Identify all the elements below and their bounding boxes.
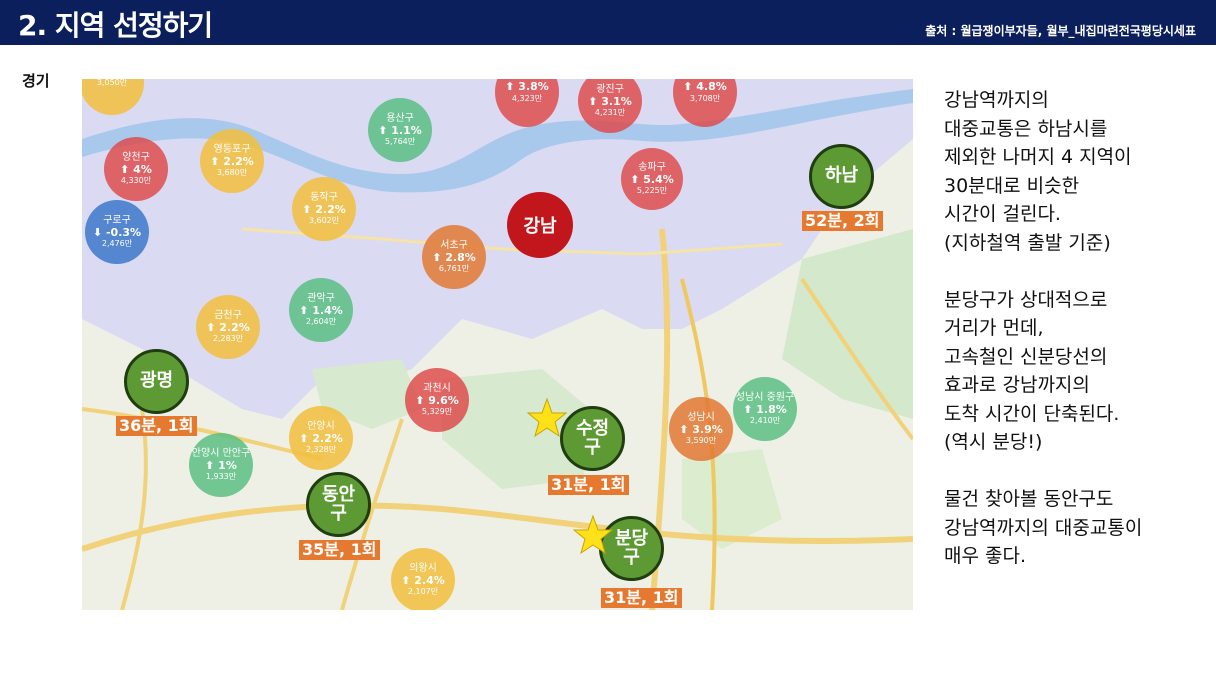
bubble-rate: ⬆ 2.4%: [401, 573, 445, 587]
district-bubble: 과천시 ⬆ 9.6% 5,329만: [405, 368, 469, 432]
bubble-rate: ⬆ 9.6%: [415, 393, 459, 407]
region-label: 경기: [22, 72, 50, 90]
bubble-rate: ⬆ 1.4%: [299, 303, 343, 317]
bubble-price: 1,933만: [205, 472, 237, 482]
commute-tag-bundang: 31분, 1회: [601, 588, 682, 608]
note-line: 물건 찾아볼 동안구도: [944, 488, 1114, 510]
note-line: 강남역까지의 대중교통이: [944, 516, 1143, 539]
district-bubble: 송파구 ⬆ 5.4% 5,225만: [621, 148, 683, 210]
bubble-rate: ⬆ 3.1%: [588, 94, 632, 108]
note-line: 거리가 먼데,: [944, 317, 1044, 339]
note-line: 매우 좋다.: [944, 545, 1026, 567]
district-bubble: 영등포구 ⬆ 2.2% 3,680만: [200, 129, 264, 193]
bubble-rate: ⬆ 4%: [120, 162, 152, 176]
district-bubble: 성남시 ⬆ 3.9% 3,590만: [669, 397, 733, 461]
bubble-rate: ⬆ 3.8%: [505, 80, 549, 94]
bubble-rate: ⬆ 2.2%: [299, 431, 343, 445]
star-icon: [526, 397, 568, 438]
bubble-price: 2,328만: [305, 445, 337, 455]
note-line: 도착 시간이 단축된다.: [944, 402, 1120, 425]
district-bubble: 동작구 ⬆ 2.2% 3,602만: [292, 177, 356, 241]
target-hanam: 하남: [809, 144, 874, 209]
district-bubble: 용산구 ⬆ 1.1% 5,764만: [368, 98, 432, 162]
explanation-notes: 강남역까지의 대중교통은 하남시를 제외한 나머지 4 지역이 30분대로 비슷…: [944, 86, 1204, 571]
bubble-price: 3,590만: [685, 436, 717, 446]
bubble-price: 6,761만: [438, 264, 470, 274]
bubble-price: 4,323만: [511, 93, 543, 103]
bubble-price: 3,050만: [96, 79, 128, 88]
note-line: (지하철역 출발 기준): [944, 231, 1111, 254]
bubble-price: 2,107만: [407, 587, 439, 597]
bubble-price: 3,680만: [216, 168, 248, 178]
note-line: 효과로 강남까지의: [944, 374, 1090, 396]
target-sujeong: 수정 구: [560, 406, 625, 471]
bubble-rate: ⬆ 2.8%: [432, 250, 476, 264]
note-line: 시간이 걸린다.: [944, 203, 1061, 225]
district-bubble: 의왕시 ⬆ 2.4% 2,107만: [391, 548, 455, 610]
bubble-rate: ⬆ 2.2%: [302, 202, 346, 216]
district-bubble: 서초구 ⬆ 2.8% 6,761만: [422, 225, 486, 289]
bubble-price: 3,602만: [308, 216, 340, 226]
target-dongan: 동안 구: [306, 472, 371, 537]
note-line: 제외한 나머지 4 지역이: [944, 146, 1132, 168]
commute-tag-gwangmyeong: 36분, 1회: [116, 416, 197, 436]
district-bubble: 관악구 ⬆ 1.4% 2,604만: [289, 278, 353, 342]
bubble-price: 5,764만: [384, 137, 416, 147]
bubble-price: 5,329만: [421, 407, 453, 417]
bubble-rate: ⬆ 2.2%: [206, 320, 250, 334]
commute-tag-hanam: 52분, 2회: [802, 211, 883, 231]
note-line: 30분대로 비슷한: [944, 174, 1080, 197]
bubble-rate: ⬆ 3.9%: [679, 422, 723, 436]
note-line: 대중교통은 하남시를: [944, 117, 1108, 140]
bubble-price: 3,708만: [689, 93, 721, 103]
gangnam-destination-marker: 강남: [507, 192, 573, 258]
star-icon: [572, 514, 614, 555]
bubble-rate: ⬇ -0.3%: [92, 225, 142, 239]
bubble-price: 4,330만: [120, 176, 152, 186]
map-panel: 3,050만 양천구 ⬆ 4% 4,330만 영등포구 ⬆ 2.2% 3,680…: [82, 79, 913, 610]
district-bubble: 성남시 중원구 ⬆ 1.8% 2,410만: [733, 377, 797, 441]
note-line: 고속철인 신분당선의: [944, 345, 1108, 368]
district-bubble: 안양시 만안구 ⬆ 1% 1,933만: [189, 433, 253, 497]
bubble-rate: ⬆ 1.1%: [378, 123, 422, 137]
bubble-rate: ⬆ 4.8%: [683, 80, 727, 94]
note-line: (역시 분당!): [944, 431, 1043, 453]
bubble-rate: ⬆ 1%: [205, 458, 237, 472]
district-bubble: 금천구 ⬆ 2.2% 2,283만: [196, 295, 260, 359]
target-gwangmyeong: 광명: [124, 349, 189, 414]
bubble-rate: ⬆ 2.2%: [210, 154, 254, 168]
district-bubble: 안양시 ⬆ 2.2% 2,328만: [289, 406, 353, 470]
district-bubble: 양천구 ⬆ 4% 4,330만: [104, 137, 168, 201]
bubble-price: 4,231만: [594, 108, 626, 118]
page-title: 2. 지역 선정하기: [18, 9, 213, 42]
bubble-price: 2,604만: [305, 317, 337, 327]
bubble-rate: ⬆ 5.4%: [630, 172, 674, 186]
note-line: 강남역까지의: [944, 89, 1049, 111]
header-bar: 2. 지역 선정하기 출처 : 월급쟁이부자들, 월부_내집마련전국평당시세표: [0, 0, 1216, 45]
district-bubble: 구로구 ⬇ -0.3% 2,476만: [85, 200, 149, 264]
bubble-rate: ⬆ 1.8%: [743, 402, 787, 416]
commute-tag-dongan: 35분, 1회: [299, 540, 380, 560]
bubble-price: 5,225만: [636, 186, 668, 196]
note-line: 분당구가 상대적으로: [944, 288, 1108, 311]
bubble-price: 2,410만: [749, 416, 781, 426]
bubble-price: 2,283만: [212, 334, 244, 344]
commute-tag-sujeong: 31분, 1회: [548, 475, 629, 495]
bubble-price: 2,476만: [101, 239, 133, 249]
source-caption: 출처 : 월급쟁이부자들, 월부_내집마련전국평당시세표: [925, 24, 1196, 38]
